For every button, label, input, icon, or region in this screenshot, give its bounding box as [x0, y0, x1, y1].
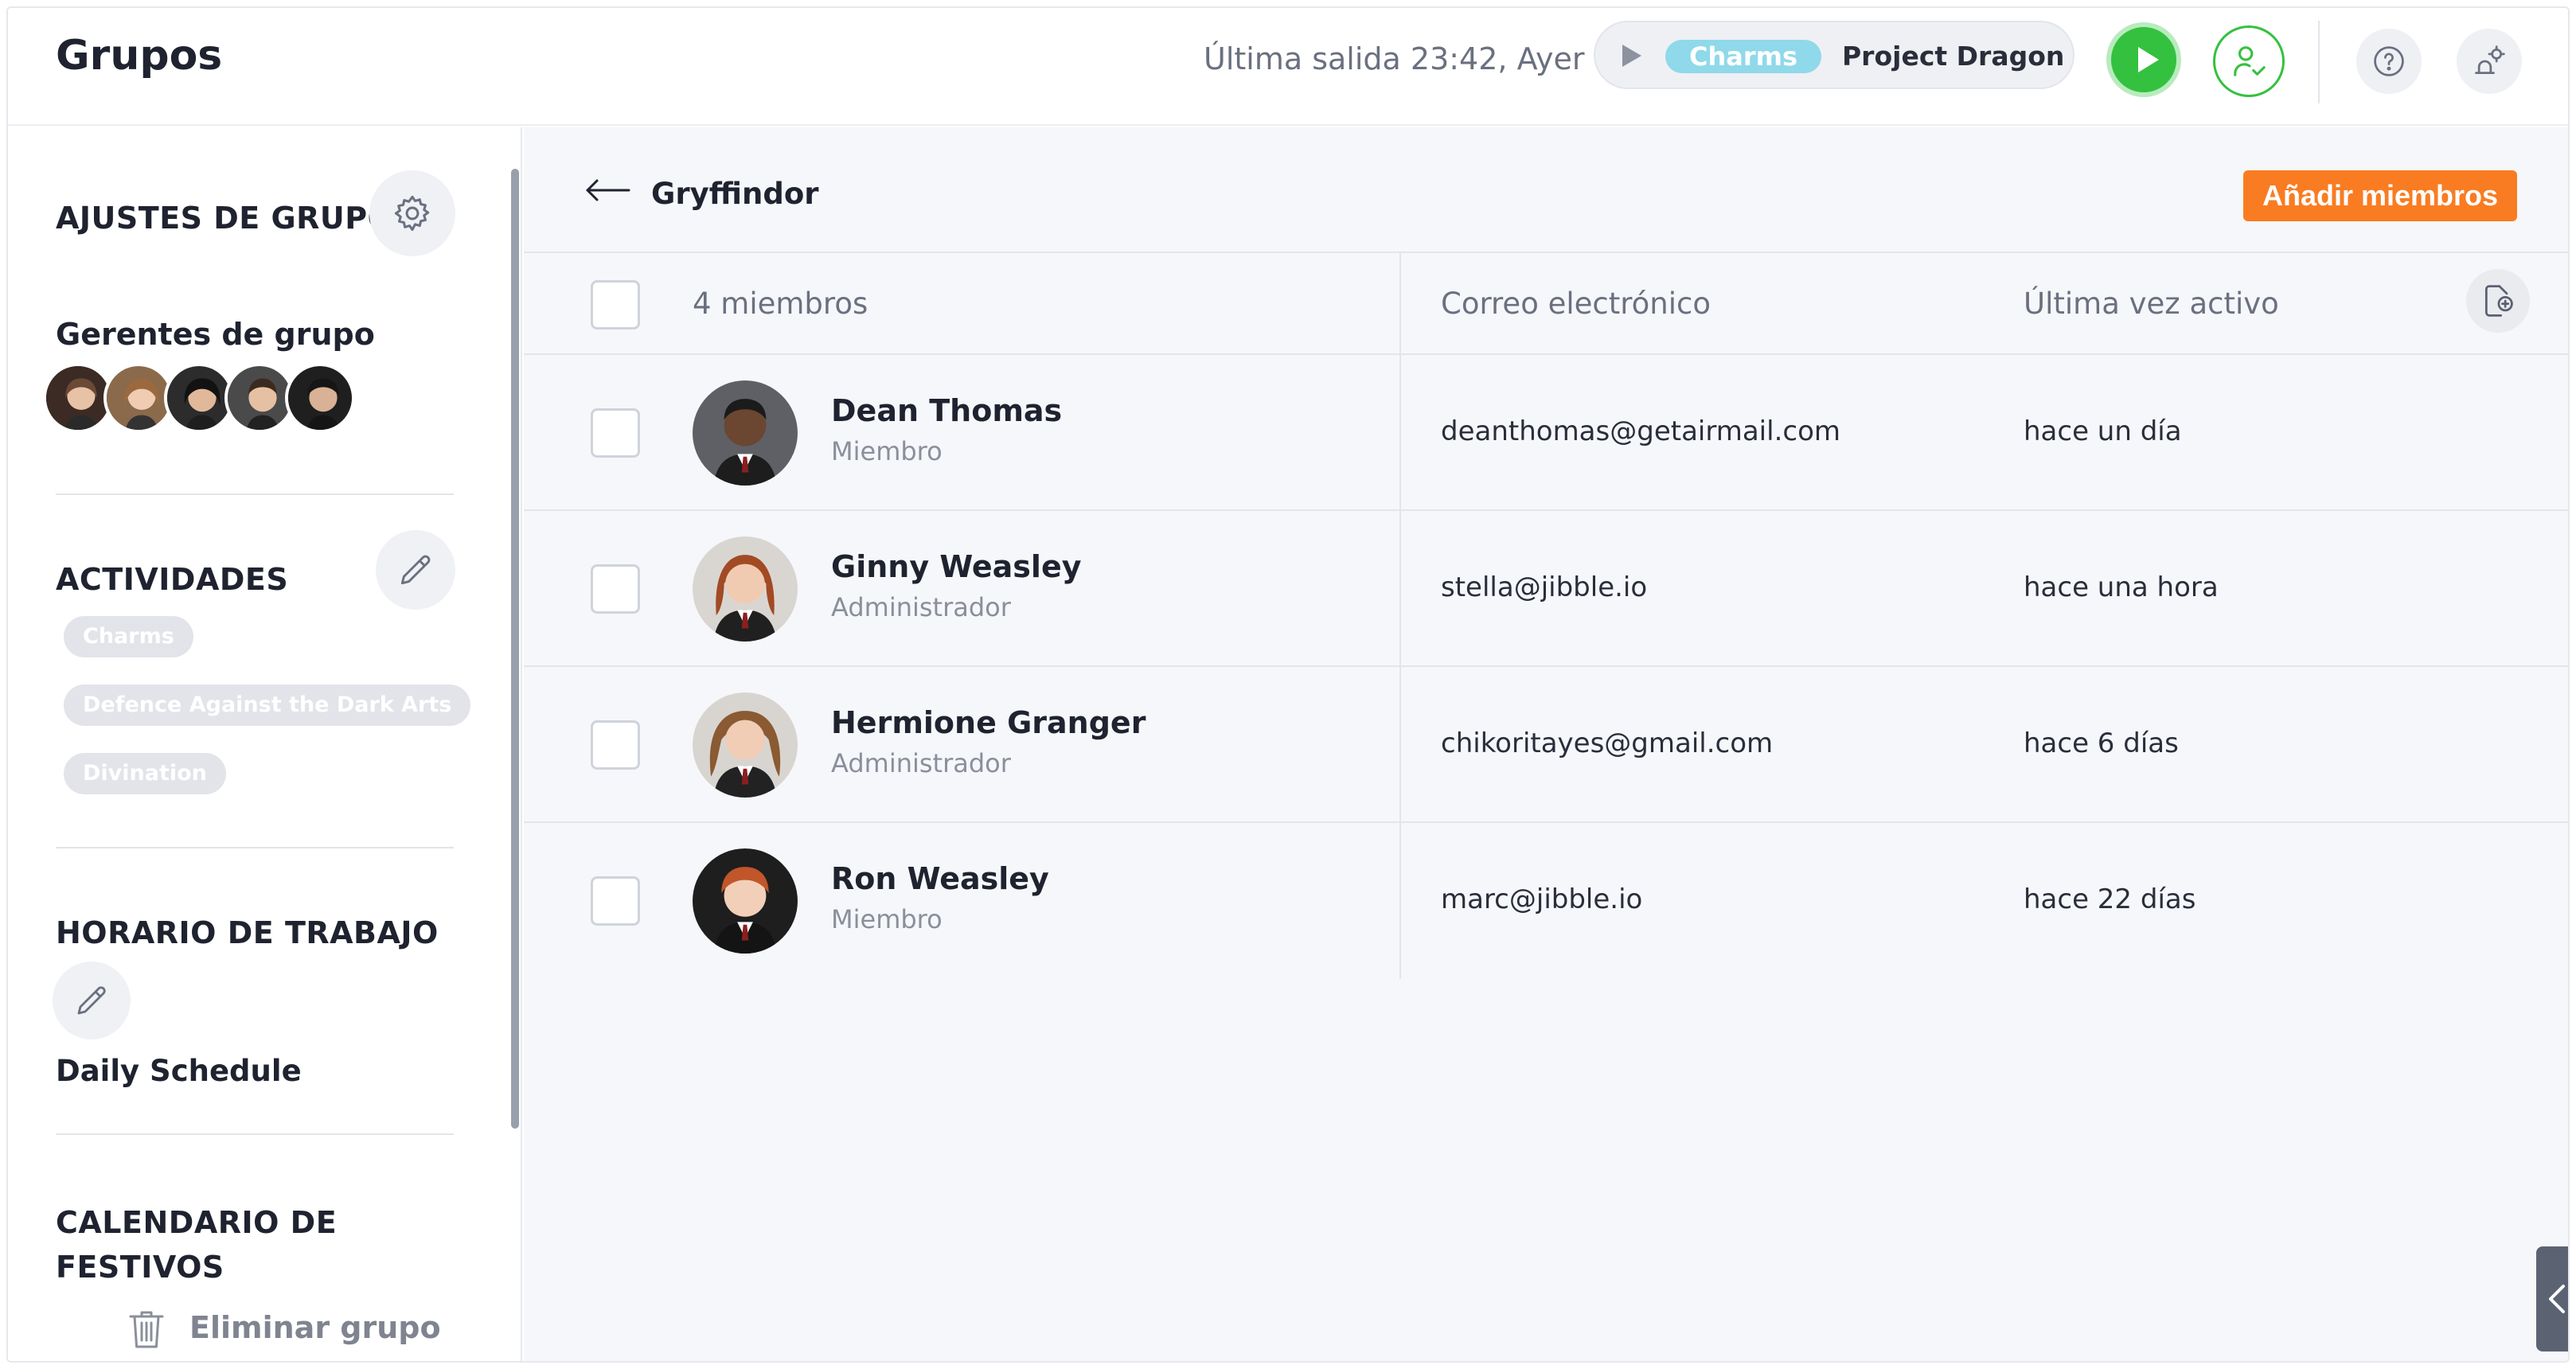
sidebar-scrollbar[interactable]: [511, 169, 519, 1129]
edit-schedule-button[interactable]: [53, 961, 131, 1039]
add-members-button[interactable]: Añadir miembros: [2243, 170, 2517, 221]
work-schedule-title: HORARIO DE TRABAJO: [56, 915, 439, 950]
gear-icon: [394, 195, 430, 232]
activity-chip: Charms: [64, 616, 193, 657]
sidebar-divider: [56, 1133, 454, 1135]
page-title: Grupos: [56, 32, 223, 80]
clock-in-button[interactable]: [2106, 22, 2181, 97]
member-name[interactable]: Ron Weasley: [831, 861, 1049, 896]
pencil-icon: [77, 986, 106, 1015]
app-window: Grupos Última salida 23:42, Ayer Charms …: [6, 6, 2570, 1363]
column-divider: [1399, 355, 1401, 509]
row-checkbox[interactable]: [591, 876, 640, 926]
member-last-active: hace una hora: [2024, 571, 2219, 603]
group-name: Gryffindor: [651, 177, 819, 211]
select-all-checkbox[interactable]: [591, 280, 640, 330]
export-icon: [2484, 285, 2513, 317]
edit-activities-button[interactable]: [376, 530, 455, 610]
member-email: deanthomas@getairmail.com: [1441, 415, 1840, 447]
trash-icon: [129, 1311, 164, 1348]
table-row[interactable]: Ron Weasley Miembro marc@jibble.io hace …: [524, 823, 2568, 979]
member-name[interactable]: Hermione Granger: [831, 705, 1146, 740]
member-last-active: hace 6 días: [2024, 727, 2179, 759]
group-settings-button[interactable]: [369, 170, 455, 256]
row-checkbox[interactable]: [591, 408, 640, 458]
member-last-active: hace 22 días: [2024, 883, 2196, 915]
row-checkbox[interactable]: [591, 564, 640, 614]
delete-group-label: Eliminar grupo: [189, 1310, 441, 1345]
activity-chip: Defence Against the Dark Arts: [64, 684, 471, 726]
timer-project-name: Project Dragon: [1842, 41, 2065, 72]
member-role: Administrador: [831, 592, 1011, 622]
table-row[interactable]: Hermione Granger Administrador chikorita…: [524, 667, 2568, 823]
member-email: stella@jibble.io: [1441, 571, 1648, 603]
managers-label: Gerentes de grupo: [56, 317, 375, 352]
members-count: 4 miembros: [693, 287, 868, 321]
avatar[interactable]: [164, 363, 234, 433]
activities-title: ACTIVIDADES: [56, 562, 289, 597]
schedule-name: Daily Schedule: [56, 1054, 302, 1088]
avatar: [693, 380, 798, 486]
member-name[interactable]: Dean Thomas: [831, 393, 1062, 428]
holiday-calendar-title: CALENDARIO DE FESTIVOS: [56, 1205, 338, 1285]
avatar[interactable]: [43, 363, 113, 433]
member-last-active: hace un día: [2024, 415, 2182, 447]
export-button[interactable]: [2466, 269, 2530, 333]
members-panel: Gryffindor Añadir miembros 4 miembros Co…: [524, 127, 2568, 1361]
help-button[interactable]: [2356, 29, 2422, 94]
table-header: 4 miembros Correo electrónico Última vez…: [524, 252, 2568, 355]
avatar: [693, 536, 798, 642]
avatar[interactable]: [224, 363, 295, 433]
last-out-status: Última salida 23:42, Ayer: [1204, 41, 1585, 76]
email-column-header[interactable]: Correo electrónico: [1441, 287, 1711, 321]
chevron-left-icon: [2549, 1285, 2565, 1313]
user-check-button[interactable]: [2213, 25, 2285, 97]
play-icon: [1622, 45, 1641, 67]
avatar: [693, 848, 798, 954]
group-settings-sidebar: AJUSTES DE GRUPO Gerentes de grupo ACTIV…: [8, 127, 522, 1361]
member-role: Miembro: [831, 904, 943, 934]
column-divider: [1399, 511, 1401, 665]
avatar[interactable]: [103, 363, 174, 433]
avatar: [693, 692, 798, 798]
last-active-column-header[interactable]: Última vez activo: [2024, 287, 2279, 321]
settings-icon: [2475, 45, 2505, 75]
help-icon: [2374, 46, 2404, 76]
timer-selector[interactable]: Charms Project Dragon: [1594, 21, 2074, 89]
table-row[interactable]: Dean Thomas Miembro deanthomas@getairmai…: [524, 355, 2568, 511]
user-check-icon: [2234, 46, 2266, 76]
arrow-left-icon[interactable]: [584, 178, 632, 202]
column-divider: [1399, 667, 1401, 821]
top-header: Grupos Última salida 23:42, Ayer Charms …: [8, 8, 2568, 126]
member-role: Miembro: [831, 436, 943, 466]
member-name[interactable]: Ginny Weasley: [831, 549, 1081, 584]
header-divider: [2318, 21, 2320, 103]
table-row[interactable]: Ginny Weasley Administrador stella@jibbl…: [524, 511, 2568, 667]
manager-avatars: [43, 363, 377, 435]
member-email: marc@jibble.io: [1441, 883, 1643, 915]
avatar[interactable]: [285, 363, 355, 433]
members-table: 4 miembros Correo electrónico Última vez…: [524, 252, 2568, 979]
activity-chip: Divination: [64, 753, 226, 794]
member-role: Administrador: [831, 748, 1011, 778]
row-checkbox[interactable]: [591, 720, 640, 770]
group-settings-title: AJUSTES DE GRUPO: [56, 201, 394, 236]
pencil-icon: [400, 555, 431, 585]
sidebar-divider: [56, 493, 454, 495]
column-divider: [1399, 823, 1401, 979]
member-email: chikoritayes@gmail.com: [1441, 727, 1774, 759]
sidebar-divider: [56, 847, 454, 848]
timer-activity-chip: Charms: [1665, 40, 1822, 73]
admin-settings-button[interactable]: [2457, 29, 2522, 94]
collapse-panel-button[interactable]: [2536, 1246, 2568, 1351]
column-divider: [1399, 253, 1401, 353]
